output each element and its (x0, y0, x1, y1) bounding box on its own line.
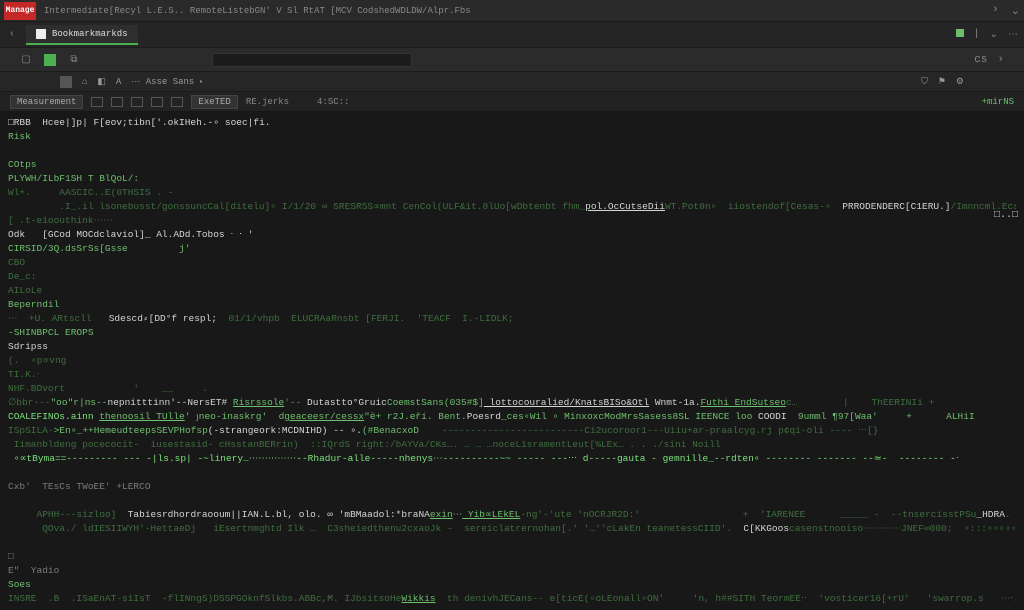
text-icon[interactable]: A (116, 77, 121, 87)
code-line: Beperndil (8, 298, 1016, 312)
flag-icon[interactable]: ⚑ (938, 77, 946, 87)
address-bar[interactable] (212, 53, 412, 67)
format-extras[interactable]: ⋯ Asse Sans ⬝ (131, 77, 202, 87)
code-line: PLYWH/ILbF1SH T BlQoL/: (8, 172, 1016, 186)
panel-icon[interactable] (60, 76, 72, 88)
more-icon[interactable]: ⋯ (1008, 29, 1018, 41)
code-line: CIRSID/3Q.dsSrSs[Gsse j' (8, 242, 1016, 256)
window-controls[interactable]: › ⌄ (992, 4, 1020, 18)
tool-icon[interactable] (111, 97, 123, 107)
measure-button[interactable]: Measurement (10, 95, 83, 109)
gear-icon[interactable]: ⚙ (956, 77, 964, 87)
code-line: Sdripss (8, 340, 1016, 354)
menu-item[interactable]: Intermediate[Recyl L.E.S.. RemoteListebG… (44, 6, 471, 16)
tab-bar: ‹ Bookmarkmarkds | ⌄ ⋯ (0, 22, 1024, 48)
home-icon[interactable]: ⌂ (82, 77, 87, 87)
tool-icon[interactable] (171, 97, 183, 107)
right-cmd: +mirNS (982, 97, 1014, 107)
chevron-icon[interactable]: › (992, 4, 999, 18)
code-line: Wl+. AASCIC..E(0THSIS . - (8, 186, 1016, 200)
code-line: De_c: (8, 270, 1016, 284)
code-line: ∘∝tByma==--------- --- -|ls.sp| -~linery… (8, 452, 1016, 466)
tab-active[interactable]: Bookmarkmarkds (26, 25, 138, 45)
exe-button[interactable]: ExeTED (191, 95, 237, 109)
forward-icon[interactable]: › (997, 54, 1004, 66)
tool-icon[interactable] (91, 97, 103, 107)
tool-icon[interactable] (151, 97, 163, 107)
tool-icon[interactable] (131, 97, 143, 107)
code-line: COALEFINOs.ainn thenoosil TUlle' ȷneo-in… (8, 410, 1016, 424)
code-line: Cxb' TEsCs TWoEE' +LERCO (8, 480, 1016, 494)
code-line: APHH---sizloo] ​Tabiesrdhordraooum||IAN.… (8, 508, 1016, 522)
code-line: TI.K.⋅ (8, 368, 1016, 382)
tab-label: Bookmarkmarkds (52, 29, 128, 39)
back-icon[interactable]: ‹ (6, 29, 18, 41)
lang-label: cs (974, 54, 987, 66)
midlabel: RE.jerks (246, 97, 289, 107)
code-line: COtps (8, 158, 1016, 172)
code-line: QOva./ ldIESIIWYH'-HettaeDj iEsertnmghtd… (8, 522, 1016, 536)
code-line: □RBB Hcee|]p| F[eov;tibn['.okIHeh.-∘ soe… (8, 116, 1016, 130)
square-icon[interactable]: ▢ (20, 54, 32, 66)
cursor-pos: 4:SC:: (317, 97, 349, 107)
toolbar-main: ▢ ⧉ cs › (0, 48, 1024, 72)
side-badge: □..□ (994, 210, 1018, 221)
bar-icon[interactable]: | (974, 29, 980, 41)
code-line: ∅bbr---"oo"r|ns--nepnitttinn'--NersET# R… (8, 396, 1016, 410)
code-line: Iimanbldeng pocecocit- iusestasid- cHsst… (8, 438, 1016, 452)
code-line: Odk [GCod MOCdclaviol]_ Al.ADd.Tobos ⋅ ⋅… (8, 228, 1016, 242)
code-line (8, 466, 1016, 480)
code-line: -SHINBPCL EROPS (8, 326, 1016, 340)
code-line: ISpSILA->En∘_++HemeudteepsSEVPHofsp(-str… (8, 424, 1016, 438)
code-line (8, 494, 1016, 508)
app-logo: Manage (4, 2, 36, 20)
diff-icon[interactable]: ⧉ (68, 54, 80, 66)
toolbar-debug: Measurement ExeTED RE.jerks 4:SC:: +mirN… (0, 92, 1024, 112)
code-line: ⋯ +U. ARtscll Sdescd⸗[DD°f respl; 01/1/v… (8, 312, 1016, 326)
menu-bar[interactable]: Intermediate[Recyl L.E.S.. RemoteListebG… (44, 6, 471, 16)
file-icon (36, 29, 46, 39)
code-line: Soes (8, 578, 1016, 592)
run-icon[interactable] (44, 54, 56, 66)
layout-icon[interactable]: ◧ (97, 77, 106, 87)
code-line: Risk (8, 130, 1016, 144)
code-line: CBO (8, 256, 1016, 270)
code-line: □ (8, 550, 1016, 564)
code-line (8, 536, 1016, 550)
editor-content[interactable]: □RBB Hcee|]p| F[eov;tibn['.okIHeh.-∘ soe… (0, 112, 1024, 610)
code-line: E" Yadio (8, 564, 1016, 578)
code-line: INSRE .B .ISaEnAT-siIsT -flINngS)DSSPGOk… (8, 592, 1016, 606)
dropdown-icon[interactable]: ⌄ (1011, 4, 1020, 18)
status-indicator-icon (956, 29, 964, 37)
chevron-down-icon[interactable]: ⌄ (990, 29, 998, 41)
code-line: (. ∘p∝vng (8, 354, 1016, 368)
code-line: [ .t-eioouthink⋯⋯ (8, 214, 1016, 228)
title-bar: Manage Intermediate[Recyl L.E.S.. Remote… (0, 0, 1024, 22)
code-line (8, 144, 1016, 158)
code-line: AILoLe (8, 284, 1016, 298)
code-line: .I_.il lsonebusst/gonssuncCal[ditelu]∘ I… (8, 200, 1016, 214)
code-line: NHF.BDvort ' __ . (8, 382, 1016, 396)
shield-icon[interactable]: ⛉ (921, 77, 928, 87)
toolbar-format: ⌂ ◧ A ⋯ Asse Sans ⬝ ⛉ ⚑ ⚙ (0, 72, 1024, 92)
